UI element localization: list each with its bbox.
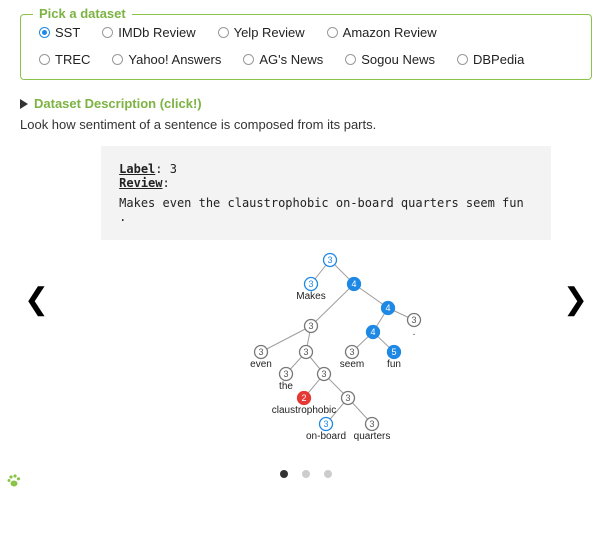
radio-label: Sogou News <box>361 52 435 67</box>
svg-text:4: 4 <box>385 303 390 313</box>
review-text: Makes even the claustrophobic on-board q… <box>119 196 533 224</box>
radio-label: IMDb Review <box>118 25 195 40</box>
svg-text:3: 3 <box>345 393 350 403</box>
label-value: 3 <box>170 162 177 176</box>
radio-label: Amazon Review <box>343 25 437 40</box>
picker-legend: Pick a dataset <box>33 6 132 21</box>
svg-text:quarters: quarters <box>354 431 391 442</box>
radio-label: AG's News <box>259 52 323 67</box>
radio-icon <box>39 54 50 65</box>
dataset-picker: Pick a dataset SSTIMDb ReviewYelp Review… <box>20 14 592 80</box>
parse-tree-svg: 3 3 Makes 4 3 4 3 even 3 4 3. 3 the 3 3 seem 5 fun 2 claust… <box>156 252 456 452</box>
radio-option[interactable]: Yahoo! Answers <box>112 52 221 67</box>
radio-icon <box>345 54 356 65</box>
carousel-dot[interactable] <box>324 470 332 478</box>
radio-option[interactable]: DBPedia <box>457 52 524 67</box>
radio-option[interactable]: Amazon Review <box>327 25 437 40</box>
radio-option[interactable]: AG's News <box>243 52 323 67</box>
carousel-dot[interactable] <box>280 470 288 478</box>
radio-label: Yahoo! Answers <box>128 52 221 67</box>
svg-text:claustrophobic: claustrophobic <box>272 405 336 416</box>
svg-text:Makes: Makes <box>296 291 325 302</box>
radio-icon <box>102 27 113 38</box>
radio-option[interactable]: TREC <box>39 52 90 67</box>
radio-icon <box>218 27 229 38</box>
svg-text:4: 4 <box>370 327 375 337</box>
label-key: Label <box>119 162 155 176</box>
next-button[interactable]: ❯ <box>559 282 592 317</box>
radio-icon <box>457 54 468 65</box>
radio-row: SST IMDb Review Yelp Review Amazon Review TR… <box>35 25 577 67</box>
svg-text:seem: seem <box>340 359 364 370</box>
radio-option[interactable]: SST <box>39 25 80 40</box>
parse-tree: 3 3 Makes 4 3 4 3 even 3 4 3. 3 the 3 3 seem 5 fun 2 claust… <box>61 252 551 452</box>
svg-text:3: 3 <box>369 419 374 429</box>
svg-text:4: 4 <box>351 279 356 289</box>
example-carousel: ❮ Label: 3 Review: Makes even the claust… <box>20 146 592 452</box>
svg-text:fun: fun <box>387 359 401 370</box>
radio-icon <box>243 54 254 65</box>
example-code: Label: 3 Review: Makes even the claustro… <box>101 146 551 240</box>
svg-text:3: 3 <box>321 369 326 379</box>
radio-option[interactable]: Sogou News <box>345 52 435 67</box>
svg-text:5: 5 <box>391 347 396 357</box>
radio-label: TREC <box>55 52 90 67</box>
review-key: Review <box>119 176 162 190</box>
svg-text:3: 3 <box>258 347 263 357</box>
carousel-dot[interactable] <box>302 470 310 478</box>
carousel-dots <box>20 470 592 478</box>
radio-label: Yelp Review <box>234 25 305 40</box>
svg-text:3: 3 <box>349 347 354 357</box>
svg-text:3: 3 <box>323 419 328 429</box>
svg-text:.: . <box>413 327 416 338</box>
radio-icon <box>112 54 123 65</box>
radio-icon <box>39 27 50 38</box>
example-panel: Label: 3 Review: Makes even the claustro… <box>61 146 551 452</box>
dataset-description-toggle[interactable]: Dataset Description (click!) <box>20 96 592 111</box>
radio-label: SST <box>55 25 80 40</box>
svg-text:3: 3 <box>283 369 288 379</box>
paw-icon <box>6 473 22 492</box>
svg-text:the: the <box>279 381 293 392</box>
prev-button[interactable]: ❮ <box>20 282 53 317</box>
radio-label: DBPedia <box>473 52 524 67</box>
svg-text:2: 2 <box>301 393 306 403</box>
svg-text:3: 3 <box>327 255 332 265</box>
svg-text:3: 3 <box>308 321 313 331</box>
radio-option[interactable]: Yelp Review <box>218 25 305 40</box>
description-header-text: Dataset Description (click!) <box>34 96 202 111</box>
svg-text:even: even <box>250 359 272 370</box>
svg-text:3: 3 <box>303 347 308 357</box>
radio-icon <box>327 27 338 38</box>
svg-text:3: 3 <box>411 315 416 325</box>
disclosure-triangle-icon <box>20 99 28 109</box>
radio-option[interactable]: IMDb Review <box>102 25 195 40</box>
svg-text:on-board: on-board <box>306 431 346 442</box>
description-body: Look how sentiment of a sentence is comp… <box>20 117 592 132</box>
svg-text:3: 3 <box>308 279 313 289</box>
